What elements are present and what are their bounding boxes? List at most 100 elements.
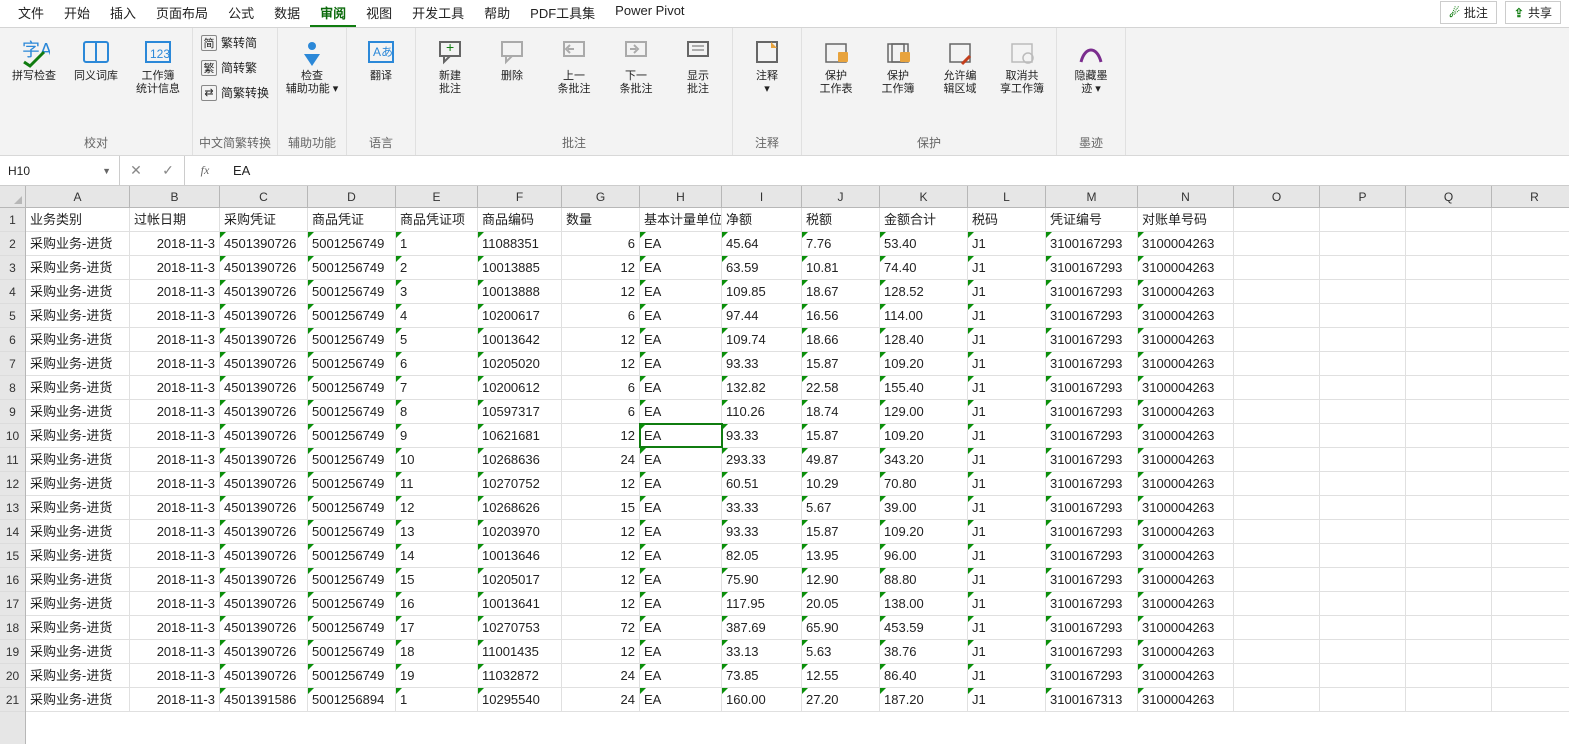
cell-L1[interactable]: 税码	[968, 208, 1046, 231]
col-header-I[interactable]: I	[722, 186, 802, 207]
cell-E17[interactable]: 16	[396, 592, 478, 615]
cell-L17[interactable]: J1	[968, 592, 1046, 615]
cell-Q2[interactable]	[1406, 232, 1492, 255]
cell-P4[interactable]	[1320, 280, 1406, 303]
cell-D11[interactable]: 5001256749	[308, 448, 396, 471]
cell-O9[interactable]	[1234, 400, 1320, 423]
cell-D13[interactable]: 5001256749	[308, 496, 396, 519]
row-header-19[interactable]: 19	[0, 640, 25, 664]
cell-M8[interactable]: 3100167293	[1046, 376, 1138, 399]
cell-F14[interactable]: 10203970	[478, 520, 562, 543]
cell-I2[interactable]: 45.64	[722, 232, 802, 255]
cell-Q6[interactable]	[1406, 328, 1492, 351]
new-comment-button[interactable]: +新建 批注	[422, 32, 478, 99]
cell-Q11[interactable]	[1406, 448, 1492, 471]
cell-M1[interactable]: 凭证编号	[1046, 208, 1138, 231]
cell-F1[interactable]: 商品编码	[478, 208, 562, 231]
col-header-Q[interactable]: Q	[1406, 186, 1492, 207]
cell-O10[interactable]	[1234, 424, 1320, 447]
cell-Q19[interactable]	[1406, 640, 1492, 663]
cell-H17[interactable]: EA	[640, 592, 722, 615]
cell-H2[interactable]: EA	[640, 232, 722, 255]
cell-N10[interactable]: 3100004263	[1138, 424, 1234, 447]
cell-F18[interactable]: 10270753	[478, 616, 562, 639]
cell-C13[interactable]: 4501390726	[220, 496, 308, 519]
cell-G2[interactable]: 6	[562, 232, 640, 255]
cell-F10[interactable]: 10621681	[478, 424, 562, 447]
cell-E15[interactable]: 14	[396, 544, 478, 567]
menu-tab-8[interactable]: 开发工具	[402, 0, 474, 27]
cell-O5[interactable]	[1234, 304, 1320, 327]
cell-I5[interactable]: 97.44	[722, 304, 802, 327]
cell-O17[interactable]	[1234, 592, 1320, 615]
cell-M15[interactable]: 3100167293	[1046, 544, 1138, 567]
cell-P8[interactable]	[1320, 376, 1406, 399]
col-header-L[interactable]: L	[968, 186, 1046, 207]
cell-I18[interactable]: 387.69	[722, 616, 802, 639]
col-header-N[interactable]: N	[1138, 186, 1234, 207]
cell-K14[interactable]: 109.20	[880, 520, 968, 543]
cell-R8[interactable]	[1492, 376, 1569, 399]
cell-C16[interactable]: 4501390726	[220, 568, 308, 591]
cell-J10[interactable]: 15.87	[802, 424, 880, 447]
cell-R3[interactable]	[1492, 256, 1569, 279]
row-header-4[interactable]: 4	[0, 280, 25, 304]
cell-A5[interactable]: 采购业务-进货	[26, 304, 130, 327]
thesaurus-button[interactable]: 同义词库	[68, 32, 124, 87]
row-header-17[interactable]: 17	[0, 592, 25, 616]
cell-Q17[interactable]	[1406, 592, 1492, 615]
cell-M12[interactable]: 3100167293	[1046, 472, 1138, 495]
cell-Q10[interactable]	[1406, 424, 1492, 447]
cell-H1[interactable]: 基本计量单位	[640, 208, 722, 231]
cell-A21[interactable]: 采购业务-进货	[26, 688, 130, 711]
cell-I3[interactable]: 63.59	[722, 256, 802, 279]
cell-J9[interactable]: 18.74	[802, 400, 880, 423]
cell-K9[interactable]: 129.00	[880, 400, 968, 423]
col-header-F[interactable]: F	[478, 186, 562, 207]
row-header-8[interactable]: 8	[0, 376, 25, 400]
cell-L14[interactable]: J1	[968, 520, 1046, 543]
cell-O15[interactable]	[1234, 544, 1320, 567]
row-header-13[interactable]: 13	[0, 496, 25, 520]
cell-F5[interactable]: 10200617	[478, 304, 562, 327]
cell-K20[interactable]: 86.40	[880, 664, 968, 687]
cell-N1[interactable]: 对账单号码	[1138, 208, 1234, 231]
cell-G16[interactable]: 12	[562, 568, 640, 591]
cell-R14[interactable]	[1492, 520, 1569, 543]
cell-G8[interactable]: 6	[562, 376, 640, 399]
cell-N21[interactable]: 3100004263	[1138, 688, 1234, 711]
col-header-P[interactable]: P	[1320, 186, 1406, 207]
cell-E5[interactable]: 4	[396, 304, 478, 327]
cell-I14[interactable]: 93.33	[722, 520, 802, 543]
cell-H12[interactable]: EA	[640, 472, 722, 495]
menu-tab-7[interactable]: 视图	[356, 0, 402, 27]
cell-N4[interactable]: 3100004263	[1138, 280, 1234, 303]
cell-N9[interactable]: 3100004263	[1138, 400, 1234, 423]
cell-O7[interactable]	[1234, 352, 1320, 375]
cell-B5[interactable]: 2018-11-3	[130, 304, 220, 327]
cell-F11[interactable]: 10268636	[478, 448, 562, 471]
cell-L8[interactable]: J1	[968, 376, 1046, 399]
cell-L20[interactable]: J1	[968, 664, 1046, 687]
cell-D2[interactable]: 5001256749	[308, 232, 396, 255]
cell-J15[interactable]: 13.95	[802, 544, 880, 567]
cell-H20[interactable]: EA	[640, 664, 722, 687]
cell-J8[interactable]: 22.58	[802, 376, 880, 399]
row-header-12[interactable]: 12	[0, 472, 25, 496]
cell-K12[interactable]: 70.80	[880, 472, 968, 495]
cell-Q20[interactable]	[1406, 664, 1492, 687]
cell-J11[interactable]: 49.87	[802, 448, 880, 471]
cell-Q9[interactable]	[1406, 400, 1492, 423]
cell-G6[interactable]: 12	[562, 328, 640, 351]
cell-Q8[interactable]	[1406, 376, 1492, 399]
row-header-15[interactable]: 15	[0, 544, 25, 568]
cell-J3[interactable]: 10.81	[802, 256, 880, 279]
cell-D17[interactable]: 5001256749	[308, 592, 396, 615]
allow-edit-ranges-button[interactable]: 允许编 辑区域	[932, 32, 988, 99]
cell-H3[interactable]: EA	[640, 256, 722, 279]
cell-R19[interactable]	[1492, 640, 1569, 663]
menu-tab-6[interactable]: 审阅	[310, 0, 356, 27]
cell-L18[interactable]: J1	[968, 616, 1046, 639]
cell-M13[interactable]: 3100167293	[1046, 496, 1138, 519]
row-header-5[interactable]: 5	[0, 304, 25, 328]
